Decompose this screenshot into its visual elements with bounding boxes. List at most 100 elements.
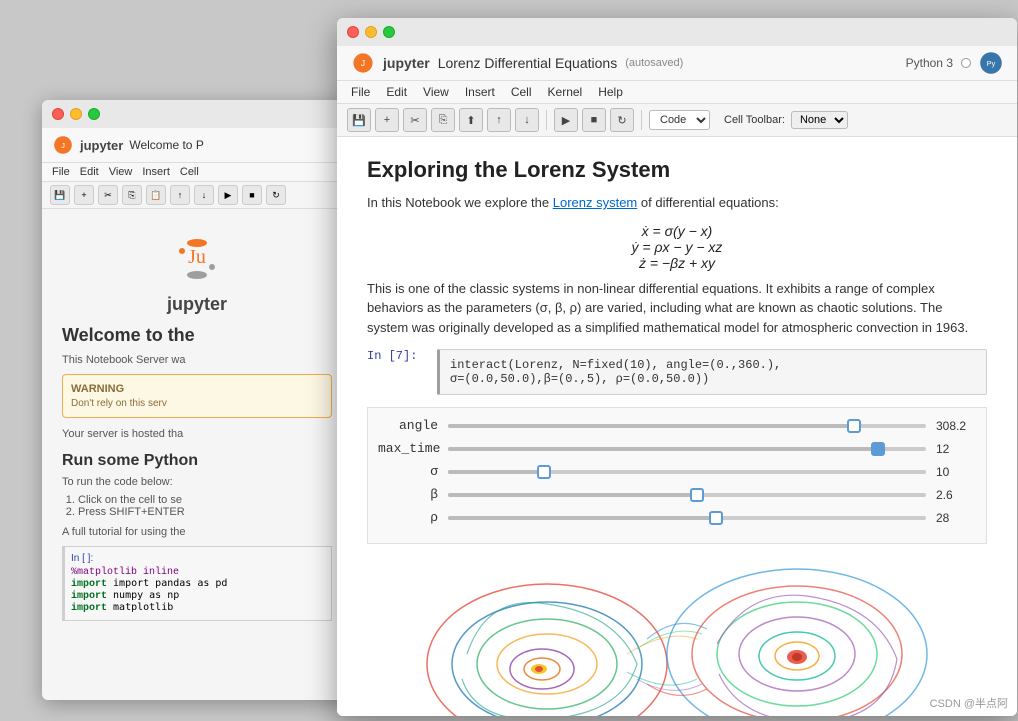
toolbar-down-front[interactable]: ↓: [515, 108, 539, 132]
slider-angle: angle 308.2: [378, 418, 976, 433]
cell-toolbar-label: Cell Toolbar:: [724, 114, 785, 126]
instruction-1: Click on the cell to se: [78, 494, 332, 506]
slider-sigma-track[interactable]: [448, 470, 926, 474]
server-text: Your server is hosted tha: [62, 428, 332, 440]
code-cell-behind[interactable]: In [ ]: %matplotlib inline import import…: [62, 546, 332, 621]
toolbar-stop-behind[interactable]: ■: [242, 185, 262, 205]
jupyter-wordmark-behind: jupyter: [80, 138, 123, 153]
menu-kernel-front[interactable]: Kernel: [548, 85, 583, 99]
toolbar-down-behind[interactable]: ↓: [194, 185, 214, 205]
toolbar-sep1: [546, 110, 547, 130]
toolbar-up-front[interactable]: ↑: [487, 108, 511, 132]
lorenz-link[interactable]: Lorenz system: [553, 195, 638, 210]
instructions-list: Click on the cell to se Press SHIFT+ENTE…: [78, 494, 332, 518]
toolbar-copy-behind[interactable]: ⎘: [122, 185, 142, 205]
code-magic-behind: %matplotlib inline: [71, 567, 325, 578]
menubar-behind: File Edit View Insert Cell: [42, 163, 352, 182]
intro-paragraph: In this Notebook we explore the Lorenz s…: [367, 193, 987, 213]
slider-beta-label: β: [378, 487, 438, 502]
notebook-title-behind: Welcome to P: [129, 138, 203, 152]
svg-text:J: J: [61, 141, 65, 150]
menu-edit-behind[interactable]: Edit: [80, 166, 99, 178]
slider-beta-value: 2.6: [936, 488, 976, 502]
code-cell-front[interactable]: In [7]: interact(Lorenz, N=fixed(10), an…: [367, 349, 987, 395]
menu-file-front[interactable]: File: [351, 85, 370, 99]
toolbar-copy-front[interactable]: ⎘: [431, 108, 455, 132]
cell-type-select[interactable]: Code: [649, 110, 710, 130]
slider-rho-thumb[interactable]: [709, 511, 723, 525]
menu-help-front[interactable]: Help: [598, 85, 623, 99]
kernel-status-indicator: [961, 58, 971, 68]
close-button-behind[interactable]: [52, 108, 64, 120]
notebook-body: Exploring the Lorenz System In this Note…: [337, 137, 1017, 716]
slider-maxtime-fill: [448, 447, 878, 451]
notebook-behind: J jupyter Welcome to P File Edit View In…: [42, 100, 352, 700]
slider-angle-thumb[interactable]: [847, 419, 861, 433]
toolbar-stop-front[interactable]: ■: [582, 108, 606, 132]
minimize-button-behind[interactable]: [70, 108, 82, 120]
instruction-2: Press SHIFT+ENTER: [78, 506, 332, 518]
full-tutorial-text: A full tutorial for using the: [62, 526, 332, 538]
toolbar-add-front[interactable]: +: [375, 108, 399, 132]
minimize-button-front[interactable]: [365, 26, 377, 38]
code-import-np: import numpy as np: [71, 590, 325, 602]
toolbar-save-front[interactable]: 💾: [347, 108, 371, 132]
menu-view-front[interactable]: View: [423, 85, 449, 99]
slider-beta-fill: [448, 493, 697, 497]
slider-sigma-fill: [448, 470, 544, 474]
slider-sigma-value: 10: [936, 465, 976, 479]
slider-rho-fill: [448, 516, 716, 520]
code-prompt-front: In [7]:: [367, 349, 427, 395]
slider-rho-label: ρ: [378, 510, 438, 525]
code-content-front[interactable]: interact(Lorenz, N=fixed(10), angle=(0.,…: [437, 349, 987, 395]
header-right: Python 3 Py: [906, 51, 1003, 75]
toolbar-add-behind[interactable]: +: [74, 185, 94, 205]
menu-cell-front[interactable]: Cell: [511, 85, 532, 99]
toolbar-refresh-front[interactable]: ↻: [610, 108, 634, 132]
toolbar-run-front[interactable]: ▶: [554, 108, 578, 132]
header-behind: J jupyter Welcome to P: [42, 128, 352, 163]
slider-angle-value: 308.2: [936, 419, 976, 433]
slider-sigma-label: σ: [378, 464, 438, 479]
toolbar-refresh-behind[interactable]: ↻: [266, 185, 286, 205]
notebook-front: J jupyter Lorenz Differential Equations …: [337, 18, 1017, 716]
slider-maxtime-track[interactable]: [448, 447, 926, 451]
toolbar-cut-behind[interactable]: ✂: [98, 185, 118, 205]
lorenz-svg: [367, 554, 987, 716]
menu-file-behind[interactable]: File: [52, 166, 70, 178]
menu-cell-behind[interactable]: Cell: [180, 166, 199, 178]
description-paragraph: This is one of the classic systems in no…: [367, 279, 987, 338]
jupyter-logo-behind: J: [52, 134, 74, 156]
slider-rho-track[interactable]: [448, 516, 926, 520]
jupyter-wordmark-front: jupyter: [383, 55, 430, 71]
toolbar-run-behind[interactable]: ▶: [218, 185, 238, 205]
toolbar-save-behind[interactable]: 💾: [50, 185, 70, 205]
menu-insert-behind[interactable]: Insert: [142, 166, 170, 178]
menu-edit-front[interactable]: Edit: [386, 85, 407, 99]
slider-maxtime-thumb[interactable]: [871, 442, 885, 456]
close-button-front[interactable]: [347, 26, 359, 38]
slider-sigma: σ 10: [378, 464, 976, 479]
slider-angle-track[interactable]: [448, 424, 926, 428]
slider-sigma-thumb[interactable]: [537, 465, 551, 479]
menu-view-behind[interactable]: View: [109, 166, 133, 178]
cell-toolbar-select[interactable]: None: [791, 111, 848, 129]
titlebar-behind: [42, 100, 352, 128]
toolbar-up-behind[interactable]: ↑: [170, 185, 190, 205]
toolbar-cut-front[interactable]: ✂: [403, 108, 427, 132]
slider-beta-track[interactable]: [448, 493, 926, 497]
python-icon: Py: [979, 51, 1003, 75]
welcome-title: Welcome to the: [62, 325, 332, 346]
toolbar-paste-front[interactable]: ⬆: [459, 108, 483, 132]
slider-angle-fill: [448, 424, 854, 428]
equation-block: ẋ = σ(y − x) ẏ = ρx − y − xz ż = −βz + x…: [367, 223, 987, 271]
svg-text:Py: Py: [987, 59, 996, 68]
warning-title: WARNING: [71, 383, 323, 395]
menu-insert-front[interactable]: Insert: [465, 85, 495, 99]
toolbar-paste-behind[interactable]: 📋: [146, 185, 166, 205]
maximize-button-front[interactable]: [383, 26, 395, 38]
jupyter-logo-front: J: [351, 51, 375, 75]
warning-text: Don't rely on this serv: [71, 398, 323, 409]
slider-beta-thumb[interactable]: [690, 488, 704, 502]
maximize-button-behind[interactable]: [88, 108, 100, 120]
